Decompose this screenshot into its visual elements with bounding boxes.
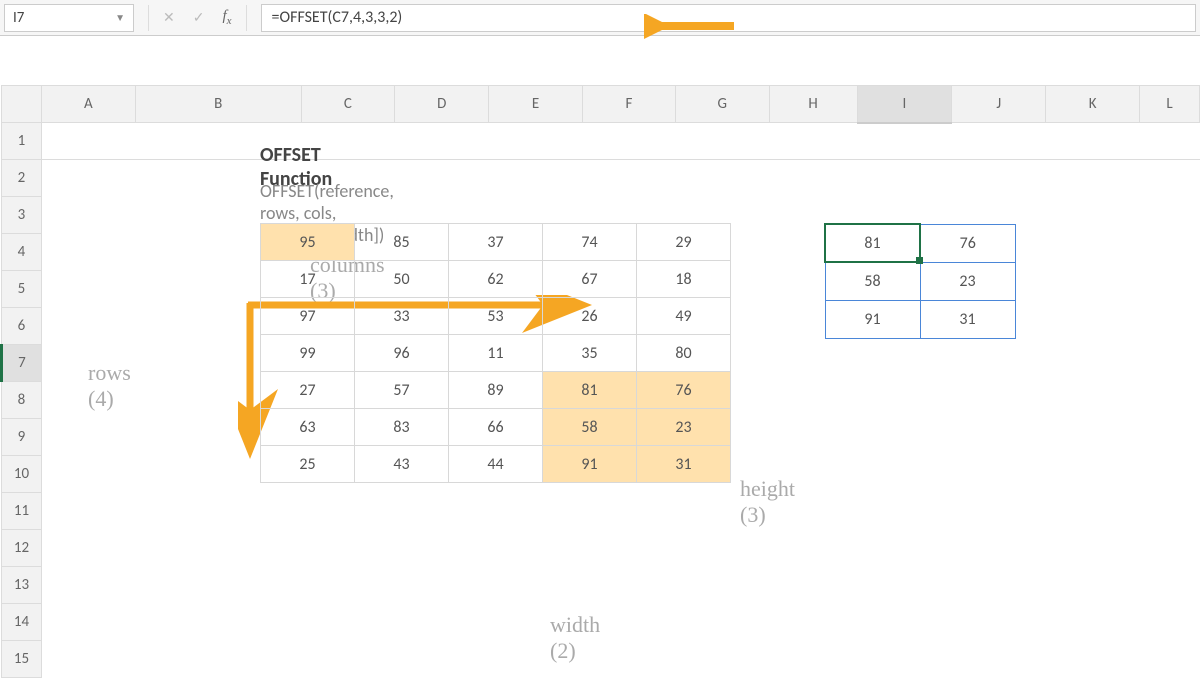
cell[interactable]: 44 bbox=[449, 446, 543, 483]
col-header[interactable]: L bbox=[1140, 86, 1200, 123]
annotation-width: width (2) bbox=[550, 612, 600, 664]
row-header[interactable]: 5 bbox=[2, 271, 42, 308]
col-header[interactable]: H bbox=[769, 86, 857, 123]
arrow-annotation-icon bbox=[644, 14, 744, 42]
row-header[interactable]: 6 bbox=[2, 308, 42, 345]
cell[interactable]: 23 bbox=[637, 409, 731, 446]
formula-bar-controls: ✕ ✓ fx bbox=[163, 8, 232, 27]
cell[interactable]: 35 bbox=[543, 335, 637, 372]
col-header[interactable]: A bbox=[41, 86, 135, 123]
name-box[interactable]: I7 ▼ bbox=[4, 4, 134, 32]
cell[interactable]: 58 bbox=[543, 409, 637, 446]
cell[interactable]: 76 bbox=[637, 372, 731, 409]
row-header[interactable]: 10 bbox=[2, 456, 42, 493]
source-data-table: 95 85 37 74 29 17 50 62 67 18 97 33 53 2… bbox=[260, 223, 731, 483]
fill-handle[interactable] bbox=[916, 257, 923, 264]
col-header[interactable]: I bbox=[857, 86, 952, 123]
cell[interactable]: 33 bbox=[355, 298, 449, 335]
cell[interactable]: 57 bbox=[355, 372, 449, 409]
cell[interactable]: 31 bbox=[637, 446, 731, 483]
cell[interactable]: 37 bbox=[449, 224, 543, 261]
cell[interactable]: 31 bbox=[920, 300, 1015, 338]
row-header[interactable]: 1 bbox=[2, 123, 42, 160]
row-header[interactable]: 13 bbox=[2, 567, 42, 604]
cell[interactable]: 97 bbox=[261, 298, 355, 335]
cell[interactable]: 58 bbox=[825, 262, 920, 300]
formula-bar: I7 ▼ ✕ ✓ fx =OFFSET(C7,4,3,3,2) bbox=[0, 0, 1200, 36]
cell[interactable]: 23 bbox=[920, 262, 1015, 300]
col-header[interactable]: D bbox=[395, 86, 489, 123]
cancel-icon[interactable]: ✕ bbox=[163, 9, 175, 26]
divider bbox=[246, 5, 247, 31]
select-all-corner[interactable] bbox=[2, 86, 42, 123]
cell[interactable]: 26 bbox=[543, 298, 637, 335]
cell[interactable]: 49 bbox=[637, 298, 731, 335]
cell[interactable]: 67 bbox=[543, 261, 637, 298]
cell[interactable]: 80 bbox=[637, 335, 731, 372]
result-table: 81 76 58 23 91 31 bbox=[824, 223, 1016, 339]
cell[interactable]: 53 bbox=[449, 298, 543, 335]
cell[interactable]: 17 bbox=[261, 261, 355, 298]
annotation-height: height (3) bbox=[740, 476, 795, 528]
col-header[interactable]: K bbox=[1046, 86, 1140, 123]
cell[interactable]: 25 bbox=[261, 446, 355, 483]
cell[interactable]: 96 bbox=[355, 335, 449, 372]
divider bbox=[148, 5, 149, 31]
cell[interactable]: 43 bbox=[355, 446, 449, 483]
cell[interactable]: 91 bbox=[825, 300, 920, 338]
cell[interactable]: 99 bbox=[261, 335, 355, 372]
cell[interactable]: 76 bbox=[920, 224, 1015, 262]
col-header[interactable]: J bbox=[952, 86, 1046, 123]
cell[interactable]: 29 bbox=[637, 224, 731, 261]
col-header[interactable]: B bbox=[135, 86, 301, 123]
chevron-down-icon[interactable]: ▼ bbox=[115, 11, 125, 24]
row-header[interactable]: 2 bbox=[2, 160, 42, 197]
formula-text: =OFFSET(C7,4,3,3,2) bbox=[272, 8, 403, 27]
row-header[interactable]: 15 bbox=[2, 641, 42, 678]
cell[interactable]: 74 bbox=[543, 224, 637, 261]
col-header[interactable]: F bbox=[583, 86, 676, 123]
row-header[interactable]: 8 bbox=[2, 382, 42, 419]
cell[interactable]: 18 bbox=[637, 261, 731, 298]
col-header[interactable]: G bbox=[675, 86, 769, 123]
annotation-rows: rows (4) bbox=[88, 360, 131, 412]
row-header[interactable]: 11 bbox=[2, 493, 42, 530]
cell[interactable]: 27 bbox=[261, 372, 355, 409]
row-header[interactable]: 12 bbox=[2, 530, 42, 567]
cell[interactable]: 63 bbox=[261, 409, 355, 446]
row-header[interactable]: 14 bbox=[2, 604, 42, 641]
cell[interactable]: 50 bbox=[355, 261, 449, 298]
cell[interactable]: 62 bbox=[449, 261, 543, 298]
col-header[interactable]: E bbox=[489, 86, 583, 123]
enter-icon[interactable]: ✓ bbox=[193, 9, 205, 26]
cell[interactable]: 83 bbox=[355, 409, 449, 446]
cell-active[interactable]: 81 bbox=[825, 224, 920, 262]
cell[interactable]: 11 bbox=[449, 335, 543, 372]
cell[interactable]: 95 bbox=[261, 224, 355, 261]
row-header[interactable]: 7 bbox=[2, 345, 42, 382]
col-header[interactable]: C bbox=[301, 86, 395, 123]
row-header[interactable]: 4 bbox=[2, 234, 42, 271]
fx-icon[interactable]: fx bbox=[222, 8, 231, 27]
cell[interactable]: 81 bbox=[543, 372, 637, 409]
name-box-value: I7 bbox=[13, 9, 24, 27]
row-header[interactable]: 3 bbox=[2, 197, 42, 234]
row-header[interactable]: 9 bbox=[2, 419, 42, 456]
cell[interactable]: 85 bbox=[355, 224, 449, 261]
cell[interactable]: 91 bbox=[543, 446, 637, 483]
cell[interactable]: 89 bbox=[449, 372, 543, 409]
cell[interactable]: 66 bbox=[449, 409, 543, 446]
